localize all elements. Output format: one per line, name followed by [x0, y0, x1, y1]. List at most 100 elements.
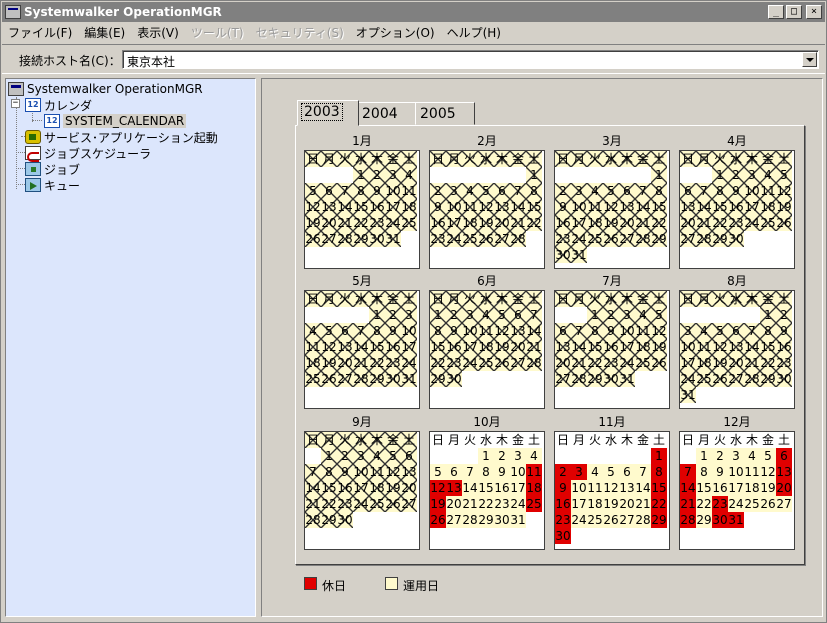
day-cell[interactable]: 1: [587, 307, 603, 323]
day-cell[interactable]: 3: [728, 448, 744, 464]
day-cell[interactable]: 18: [587, 215, 603, 231]
tree-item-job[interactable]: ジョブ: [25, 161, 80, 177]
tab-2005[interactable]: 2005: [415, 102, 475, 125]
day-cell[interactable]: 9: [776, 323, 792, 339]
day-cell[interactable]: 27: [494, 231, 510, 247]
day-cell[interactable]: 16: [385, 339, 401, 355]
day-cell[interactable]: 16: [430, 215, 446, 231]
day-cell[interactable]: 22: [587, 355, 603, 371]
day-cell[interactable]: 16: [369, 199, 385, 215]
day-cell[interactable]: 21: [744, 355, 760, 371]
day-cell[interactable]: 30: [776, 371, 792, 387]
day-cell[interactable]: 19: [478, 215, 494, 231]
day-cell[interactable]: 12: [651, 323, 667, 339]
day-cell[interactable]: 8: [760, 323, 776, 339]
day-cell[interactable]: 30: [385, 371, 401, 387]
day-cell[interactable]: 15: [651, 480, 667, 496]
day-cell[interactable]: 4: [587, 183, 603, 199]
day-cell[interactable]: 6: [728, 323, 744, 339]
day-cell[interactable]: 3: [571, 183, 587, 199]
day-cell[interactable]: 14: [696, 199, 712, 215]
day-cell[interactable]: 7: [744, 323, 760, 339]
day-cell[interactable]: 30: [555, 247, 571, 263]
day-cell[interactable]: 12: [305, 199, 321, 215]
day-cell[interactable]: 6: [619, 183, 635, 199]
day-cell[interactable]: 1: [651, 448, 667, 464]
collapse-icon[interactable]: −: [11, 99, 20, 108]
day-cell[interactable]: 22: [651, 496, 667, 512]
day-cell[interactable]: 24: [680, 371, 696, 387]
day-cell[interactable]: 10: [353, 464, 369, 480]
day-cell[interactable]: 1: [430, 307, 446, 323]
day-cell[interactable]: 5: [760, 448, 776, 464]
day-cell[interactable]: 5: [305, 183, 321, 199]
day-cell[interactable]: 12: [712, 339, 728, 355]
day-cell[interactable]: 15: [526, 199, 542, 215]
day-cell[interactable]: 25: [305, 371, 321, 387]
day-cell[interactable]: 30: [369, 231, 385, 247]
day-cell[interactable]: 1: [526, 167, 542, 183]
day-cell[interactable]: 22: [321, 496, 337, 512]
day-cell[interactable]: 21: [696, 215, 712, 231]
day-cell[interactable]: 19: [776, 199, 792, 215]
day-cell[interactable]: 15: [321, 480, 337, 496]
day-cell[interactable]: 4: [635, 307, 651, 323]
day-cell[interactable]: 20: [619, 496, 635, 512]
day-cell[interactable]: 14: [337, 199, 353, 215]
day-cell[interactable]: 3: [353, 448, 369, 464]
day-cell[interactable]: 21: [526, 339, 542, 355]
day-cell[interactable]: 7: [305, 464, 321, 480]
day-cell[interactable]: 14: [635, 480, 651, 496]
day-cell[interactable]: 21: [305, 496, 321, 512]
day-cell[interactable]: 20: [555, 355, 571, 371]
day-cell[interactable]: 15: [651, 199, 667, 215]
day-cell[interactable]: 4: [305, 323, 321, 339]
day-cell[interactable]: 7: [510, 183, 526, 199]
day-cell[interactable]: 31: [571, 247, 587, 263]
day-cell[interactable]: 10: [385, 183, 401, 199]
day-cell[interactable]: 9: [430, 199, 446, 215]
day-cell[interactable]: 7: [571, 323, 587, 339]
day-cell[interactable]: 11: [478, 323, 494, 339]
day-cell[interactable]: 31: [510, 512, 526, 528]
menu-view[interactable]: 表示(V): [131, 24, 185, 41]
day-cell[interactable]: 19: [603, 496, 619, 512]
day-cell[interactable]: 19: [430, 496, 446, 512]
day-cell[interactable]: 8: [526, 183, 542, 199]
month-calendar[interactable]: 日月火水木金土 1 2 3 4 5 6 7 8 9 10 11 12 13 14 15 16 17 18 19 20 21…: [304, 150, 420, 269]
day-cell[interactable]: 9: [446, 323, 462, 339]
day-cell[interactable]: 22: [696, 496, 712, 512]
day-cell[interactable]: 29: [712, 231, 728, 247]
day-cell[interactable]: 20: [680, 215, 696, 231]
day-cell[interactable]: 25: [696, 371, 712, 387]
day-cell[interactable]: 26: [603, 231, 619, 247]
day-cell[interactable]: 5: [494, 307, 510, 323]
month-calendar[interactable]: 日月火水木金土 1 2 3 4 5 6 7 8 9 10 11 12 13 14 15 16 17 18 19 20 21…: [304, 431, 420, 550]
day-cell[interactable]: 22: [369, 355, 385, 371]
day-cell[interactable]: 13: [555, 339, 571, 355]
day-cell[interactable]: 6: [680, 183, 696, 199]
day-cell[interactable]: 3: [385, 167, 401, 183]
day-cell[interactable]: 21: [635, 215, 651, 231]
day-cell[interactable]: 16: [776, 339, 792, 355]
tree-item-service[interactable]: サービス･アプリケーション起動: [25, 129, 218, 145]
month-calendar[interactable]: 日月火水木金土 1 2 3 4 5 6 7 8 9 10 11 12 13 14 15 16 17 18 19 20 21…: [554, 150, 670, 269]
tree-item-system-calendar[interactable]: 12 SYSTEM_CALENDAR: [44, 113, 187, 129]
menu-options[interactable]: オプション(O): [350, 24, 441, 41]
day-cell[interactable]: 28: [571, 371, 587, 387]
day-cell[interactable]: 3: [510, 448, 526, 464]
day-cell[interactable]: 13: [619, 199, 635, 215]
day-cell[interactable]: 11: [587, 480, 603, 496]
day-cell[interactable]: 27: [728, 371, 744, 387]
day-cell[interactable]: 30: [555, 528, 571, 544]
day-cell[interactable]: 23: [385, 355, 401, 371]
day-cell[interactable]: 10: [401, 323, 417, 339]
day-cell[interactable]: 18: [635, 339, 651, 355]
day-cell[interactable]: 3: [744, 167, 760, 183]
day-cell[interactable]: 23: [728, 215, 744, 231]
day-cell[interactable]: 22: [651, 215, 667, 231]
day-cell[interactable]: 5: [478, 183, 494, 199]
day-cell[interactable]: 11: [587, 199, 603, 215]
day-cell[interactable]: 9: [555, 480, 571, 496]
day-cell[interactable]: 29: [478, 512, 494, 528]
